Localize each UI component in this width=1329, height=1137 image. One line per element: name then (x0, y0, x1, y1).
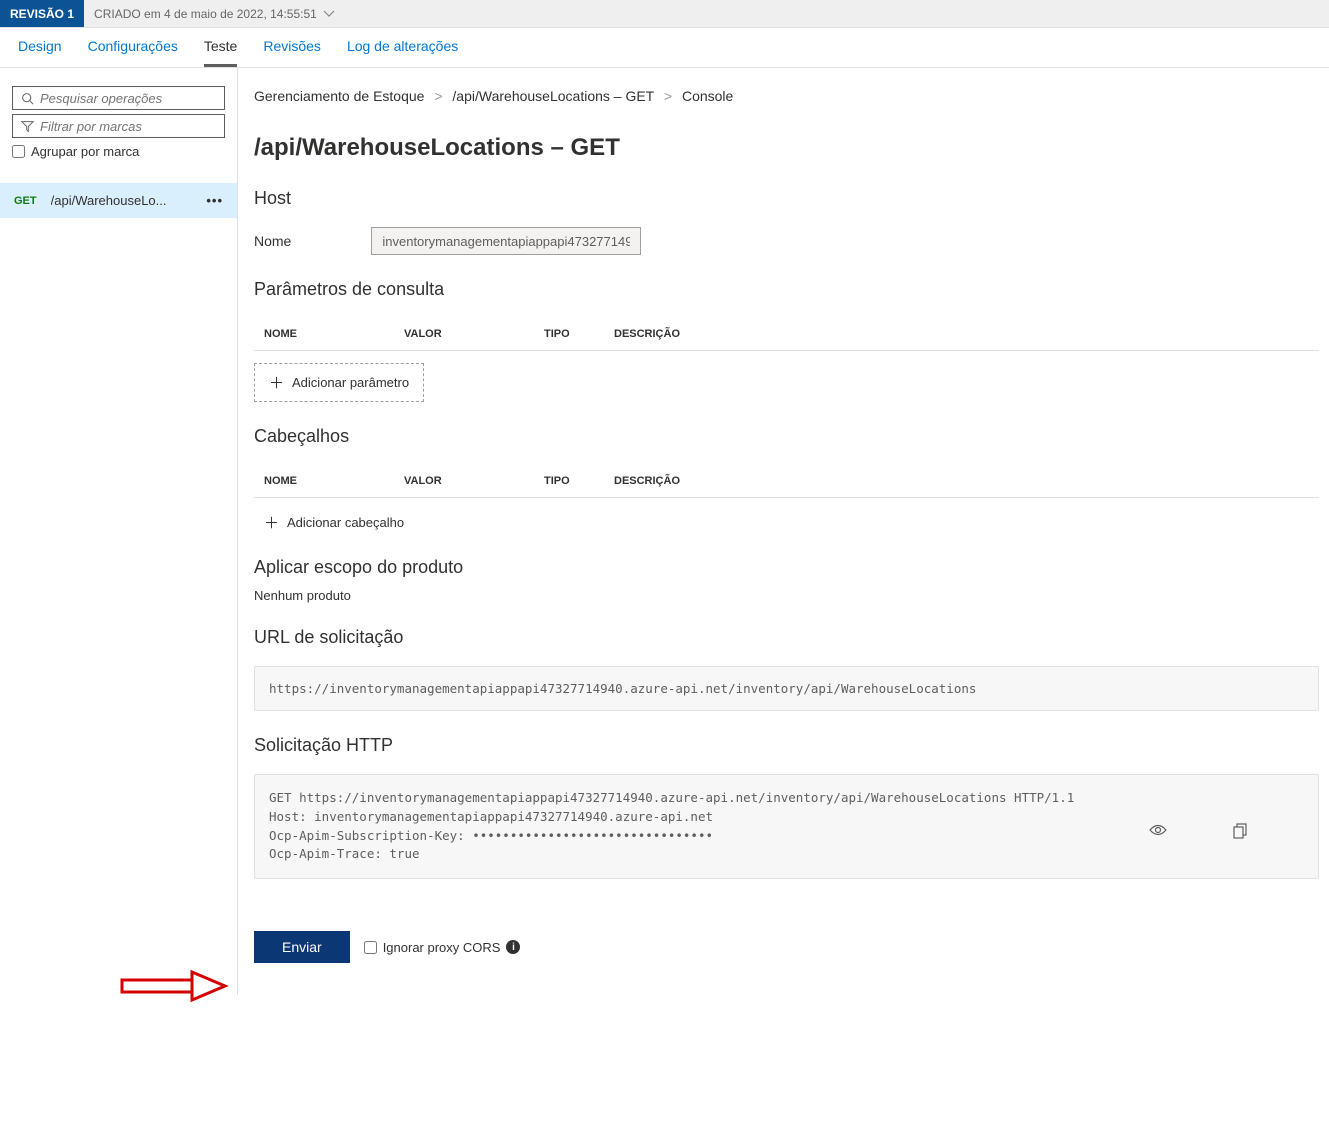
filter-tags-box[interactable] (12, 114, 225, 138)
tabs-bar: Design Configurações Teste Revisões Log … (0, 28, 1329, 68)
operation-name: /api/WarehouseLo... (51, 193, 207, 208)
chevron-down-icon (323, 10, 335, 18)
table-header: NOME VALOR TIPO DESCRIÇÃO (254, 318, 1319, 351)
footer-bar: Enviar Ignorar proxy CORS i (254, 919, 1319, 975)
add-header-label: Adicionar cabeçalho (287, 515, 404, 530)
col-valor: VALOR (404, 475, 544, 487)
section-query-params: Parâmetros de consulta (254, 279, 1319, 300)
table-header: NOME VALOR TIPO DESCRIÇÃO (254, 465, 1319, 498)
sidebar: Agrupar por marca GET /api/WarehouseLo..… (0, 68, 238, 995)
breadcrumb-item[interactable]: Gerenciamento de Estoque (254, 88, 424, 104)
ignore-cors-checkbox[interactable]: Ignorar proxy CORS i (364, 940, 521, 955)
revision-bar: REVISÃO 1 CRIADO em 4 de maio de 2022, 1… (0, 0, 1329, 28)
cors-checkbox-label: Ignorar proxy CORS (383, 940, 501, 955)
search-operations-box[interactable] (12, 86, 225, 110)
group-checkbox-label: Agrupar por marca (31, 144, 139, 159)
funnel-icon (21, 120, 34, 133)
info-icon[interactable]: i (506, 940, 520, 954)
col-descricao: DESCRIÇÃO (614, 475, 1309, 487)
page-title: /api/WarehouseLocations – GET (254, 134, 1319, 162)
section-host: Host (254, 188, 1319, 209)
tab-settings[interactable]: Configurações (88, 28, 178, 67)
col-nome: NOME (264, 328, 404, 340)
operations-list: GET /api/WarehouseLo... ••• (0, 183, 237, 218)
copy-icon[interactable] (1233, 785, 1308, 876)
plus-icon: ＋ (264, 512, 279, 533)
filter-input[interactable] (40, 119, 216, 134)
breadcrumb: Gerenciamento de Estoque > /api/Warehous… (254, 88, 1319, 104)
breadcrumb-item: Console (682, 88, 733, 104)
http-actions (1149, 785, 1308, 876)
search-icon (21, 92, 34, 105)
revision-badge: REVISÃO 1 (0, 0, 84, 27)
no-product-text: Nenhum produto (254, 588, 1319, 603)
col-nome: NOME (264, 475, 404, 487)
section-request-url: URL de solicitação (254, 627, 1319, 648)
host-name-label: Nome (254, 233, 291, 249)
revision-created-text: CRIADO em 4 de maio de 2022, 14:55:51 (94, 7, 317, 21)
col-valor: VALOR (404, 328, 544, 340)
breadcrumb-item[interactable]: /api/WarehouseLocations – GET (452, 88, 654, 104)
section-headers: Cabeçalhos (254, 426, 1319, 447)
cors-checkbox-input[interactable] (364, 941, 377, 954)
section-product-scope: Aplicar escopo do produto (254, 557, 1319, 578)
search-input[interactable] (40, 91, 216, 106)
group-by-tag-checkbox[interactable]: Agrupar por marca (12, 144, 225, 159)
col-descricao: DESCRIÇÃO (614, 328, 1309, 340)
tab-design[interactable]: Design (18, 28, 62, 67)
col-tipo: TIPO (544, 475, 614, 487)
host-row: Nome (254, 227, 1319, 255)
main-panel: Gerenciamento de Estoque > /api/Warehous… (238, 68, 1329, 995)
http-request-box[interactable]: GET https://inventorymanagementapiappapi… (254, 774, 1319, 879)
http-request-text: GET https://inventorymanagementapiappapi… (269, 790, 1074, 861)
revision-created[interactable]: CRIADO em 4 de maio de 2022, 14:55:51 (84, 7, 345, 21)
add-header-button[interactable]: ＋ Adicionar cabeçalho (264, 512, 404, 533)
tab-changelog[interactable]: Log de alterações (347, 28, 458, 67)
col-tipo: TIPO (544, 328, 614, 340)
annotation-arrow (120, 968, 230, 1004)
send-button[interactable]: Enviar (254, 931, 350, 963)
add-parameter-button[interactable]: ＋ Adicionar parâmetro (254, 363, 424, 402)
section-http-request: Solicitação HTTP (254, 735, 1319, 756)
breadcrumb-sep: > (434, 88, 442, 104)
more-icon[interactable]: ••• (206, 193, 223, 208)
eye-icon[interactable] (1149, 785, 1224, 876)
breadcrumb-sep: > (664, 88, 672, 104)
tab-revisions[interactable]: Revisões (263, 28, 321, 67)
headers-table: NOME VALOR TIPO DESCRIÇÃO (254, 465, 1319, 498)
operation-item[interactable]: GET /api/WarehouseLo... ••• (0, 183, 237, 218)
add-parameter-label: Adicionar parâmetro (292, 375, 409, 390)
group-checkbox-input[interactable] (12, 145, 25, 158)
tab-test[interactable]: Teste (204, 28, 237, 67)
host-name-input[interactable] (371, 227, 641, 255)
plus-icon: ＋ (269, 372, 284, 393)
operation-method: GET (14, 195, 37, 207)
query-params-table: NOME VALOR TIPO DESCRIÇÃO (254, 318, 1319, 351)
request-url-value[interactable]: https://inventorymanagementapiappapi4732… (254, 666, 1319, 711)
